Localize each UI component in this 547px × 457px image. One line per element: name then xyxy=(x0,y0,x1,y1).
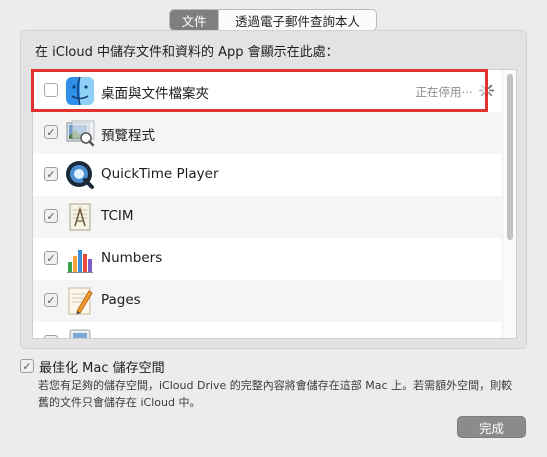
tab-control: 文件 透過電子郵件查詢本人 xyxy=(169,9,377,31)
tab-documents[interactable]: 文件 xyxy=(170,10,218,30)
app-checkbox-preview[interactable]: ✓ xyxy=(44,125,58,139)
app-row-preview: ✓ 預覽程式 xyxy=(33,112,503,154)
optimize-storage-checkbox[interactable]: ✓ xyxy=(20,359,34,373)
app-list[interactable]: 桌面與文件檔案夾 正在停用⋯ ✓ 預覽程式 ✓ QuickTime Player… xyxy=(32,69,517,339)
tab-look-me-up-by-email[interactable]: 透過電子郵件查詢本人 xyxy=(218,10,376,30)
app-name-quicktime: QuickTime Player xyxy=(101,166,219,182)
app-row-numbers: ✓ Numbers xyxy=(33,238,503,280)
app-row-tcim: ✓ TCIM xyxy=(33,196,503,238)
app-checkbox-quicktime[interactable]: ✓ xyxy=(44,167,58,181)
app-row-pages: ✓ Pages xyxy=(33,280,503,322)
loading-spinner-icon xyxy=(478,82,495,99)
numbers-icon xyxy=(64,243,96,275)
app-checkbox-partial[interactable]: ✓ xyxy=(44,335,58,338)
tcim-icon xyxy=(64,201,96,233)
app-row-partial: ✓ xyxy=(33,322,503,338)
disabling-status: 正在停用⋯ xyxy=(415,85,474,99)
app-checkbox-numbers[interactable]: ✓ xyxy=(44,251,58,265)
finder-icon xyxy=(64,75,96,107)
scrollbar-thumb[interactable] xyxy=(507,74,513,240)
app-name-desktop-documents: 桌面與文件檔案夾 xyxy=(101,86,209,102)
app-checkbox-desktop-documents[interactable] xyxy=(44,83,58,97)
app-checkbox-pages[interactable]: ✓ xyxy=(44,293,58,307)
preview-icon xyxy=(64,117,96,149)
pages-icon xyxy=(64,285,96,317)
app-checkbox-tcim[interactable]: ✓ xyxy=(44,209,58,223)
panel-description: 在 iCloud 中儲存文件和資料的 App 會顯示在此處： xyxy=(35,45,339,60)
done-button[interactable]: 完成 xyxy=(457,416,526,438)
app-name-numbers: Numbers xyxy=(101,250,163,266)
optimize-storage-label: 最佳化 Mac 儲存空間 xyxy=(39,361,165,376)
app-name-pages: Pages xyxy=(101,292,141,308)
partial-app-icon xyxy=(64,327,96,338)
app-name-tcim: TCIM xyxy=(101,208,134,224)
app-row-quicktime: ✓ QuickTime Player xyxy=(33,154,503,196)
optimize-storage-description: 若您有足夠的儲存空間，iCloud Drive 的完整內容將會儲存在這部 Mac… xyxy=(38,379,513,409)
list-scrollbar[interactable] xyxy=(502,70,516,338)
app-name-preview: 預覽程式 xyxy=(101,128,155,144)
quicktime-icon xyxy=(64,159,96,191)
app-row-desktop-documents: 桌面與文件檔案夾 正在停用⋯ xyxy=(33,70,503,112)
